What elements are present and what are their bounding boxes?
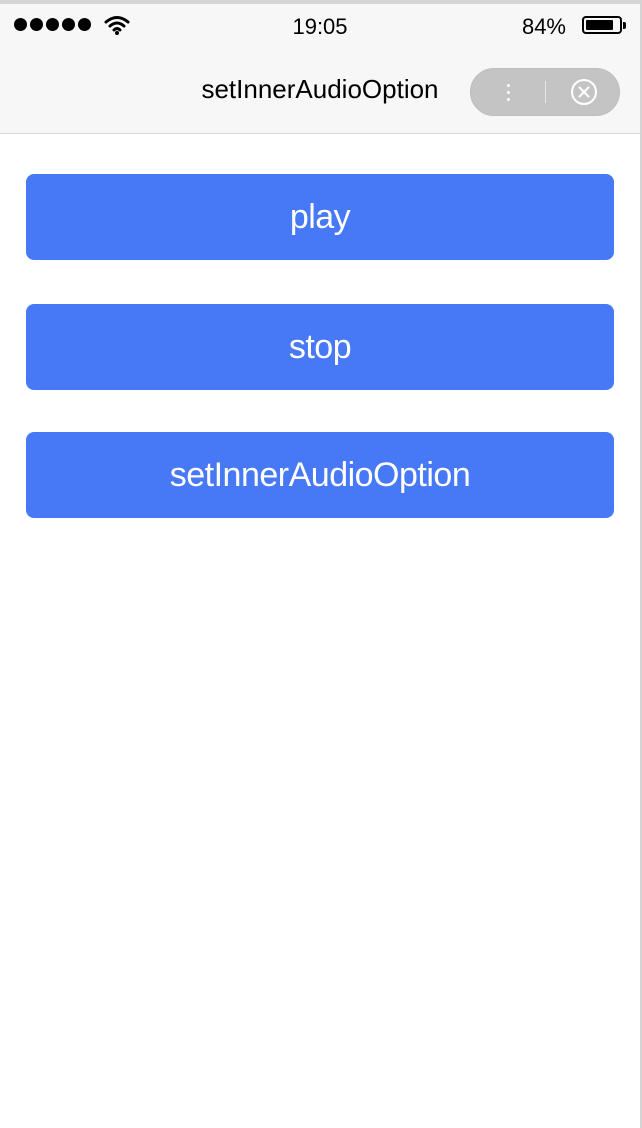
close-circle-icon[interactable] [546, 69, 621, 115]
capsule-menu [470, 68, 620, 116]
status-bar: 19:05 84% [0, 4, 640, 48]
nav-bar: setInnerAudioOption [0, 48, 640, 134]
set-inner-audio-option-button[interactable]: setInnerAudioOption [26, 432, 614, 518]
app-frame: 19:05 84% setInnerAudioOption play stop … [0, 0, 642, 1128]
more-dots-icon[interactable] [471, 69, 546, 115]
battery-percent: 84% [521, 14, 566, 39]
play-button[interactable]: play [26, 174, 614, 260]
stop-button[interactable]: stop [26, 304, 614, 390]
battery-icon [582, 16, 626, 34]
